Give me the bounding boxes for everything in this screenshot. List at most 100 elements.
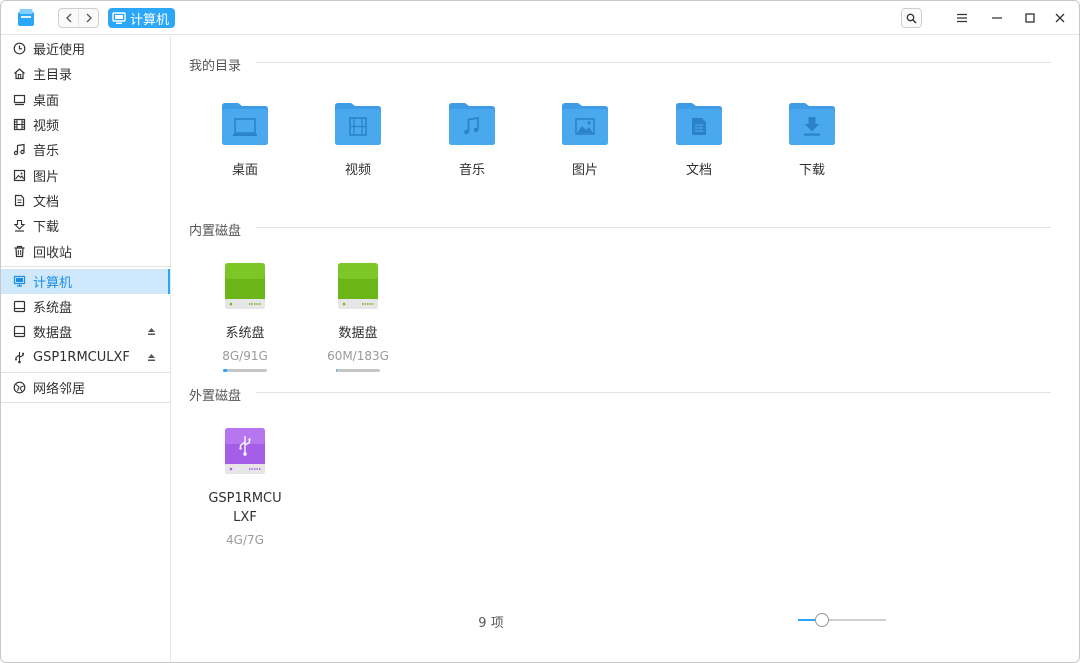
sidebar-item-label: 下载 [33, 220, 60, 236]
section-divider [256, 392, 1051, 393]
chevron-left-icon [65, 13, 72, 23]
sidebar-divider [1, 265, 170, 267]
disk-usage-fill [336, 369, 338, 372]
sidebar-item-system-disk[interactable]: 系统盘 [1, 294, 170, 319]
sidebar-item-label: 音乐 [33, 144, 60, 160]
folder-pictures[interactable]: 图片 [540, 100, 630, 178]
forward-button[interactable] [78, 9, 98, 27]
disk-usage-fill [223, 369, 227, 372]
eject-icon[interactable] [147, 327, 156, 336]
desktop-folder-icon [222, 103, 268, 145]
zoom-slider[interactable] [798, 619, 886, 621]
film-icon [12, 118, 26, 132]
external-disk-icon [225, 428, 265, 474]
section-divider [256, 227, 1051, 228]
clock-icon [12, 42, 26, 56]
folder-documents[interactable]: 文档 [654, 100, 744, 178]
sidebar-divider [1, 371, 170, 373]
sidebar-item-label: 文档 [33, 194, 60, 210]
maximize-button[interactable] [1018, 7, 1042, 29]
sidebar-item-home[interactable]: 主目录 [1, 61, 170, 86]
music-icon [12, 143, 26, 157]
disk-icon [12, 300, 26, 314]
trash-icon [12, 244, 26, 258]
file-manager-window: 计算机 最近使用 主目录 桌面 视频 音乐 图片 文档 下载 回收站 计算机 系… [0, 0, 1080, 663]
internal-disk-icon [225, 263, 265, 309]
maximize-icon [1025, 13, 1035, 23]
sidebar-item-videos[interactable]: 视频 [1, 112, 170, 137]
chevron-right-icon [86, 13, 92, 23]
disk-system[interactable]: 系统盘 8G/91G [195, 261, 295, 372]
folder-label: 图片 [571, 163, 598, 178]
picture-folder-icon [562, 103, 608, 145]
download-folder-icon [789, 103, 835, 145]
folder-downloads[interactable]: 下载 [767, 100, 857, 178]
sidebar-item-recent[interactable]: 最近使用 [1, 36, 170, 61]
folder-label: 音乐 [458, 163, 485, 178]
section-title-my-directories: 我的目录 [189, 59, 242, 74]
sidebar-item-label: 最近使用 [33, 43, 86, 59]
search-button[interactable] [901, 8, 922, 28]
disk-usage-text: 60M/183G [327, 349, 389, 363]
sidebar-item-label: 计算机 [33, 275, 73, 291]
breadcrumb-label: 计算机 [130, 12, 170, 28]
sidebar-item-computer[interactable]: 计算机 [1, 268, 170, 295]
sidebar-item-label: 数据盘 [33, 326, 73, 342]
close-icon [1055, 13, 1065, 23]
sidebar-item-documents[interactable]: 文档 [1, 188, 170, 213]
file-manager-logo-icon [18, 9, 34, 26]
item-count: 9 项 [478, 616, 504, 631]
section-title-internal-disks: 内置磁盘 [189, 224, 242, 239]
disk-usage-text: 8G/91G [222, 349, 268, 363]
sidebar-item-label: 视频 [33, 119, 60, 135]
eject-icon[interactable] [147, 353, 156, 362]
section-divider [256, 62, 1051, 63]
folder-videos[interactable]: 视频 [313, 100, 403, 178]
sidebar-item-label: 系统盘 [33, 301, 73, 317]
zoom-slider-handle[interactable] [814, 613, 829, 627]
folder-desktop[interactable]: 桌面 [200, 100, 290, 178]
close-button[interactable] [1048, 7, 1072, 29]
sidebar-item-trash[interactable]: 回收站 [1, 238, 170, 263]
title-bar: 计算机 [1, 1, 1079, 35]
folder-label: 桌面 [231, 163, 258, 178]
navigation-buttons [58, 8, 99, 28]
folder-label: 下载 [798, 163, 825, 178]
minimize-button[interactable] [985, 7, 1009, 29]
video-folder-icon [335, 103, 381, 145]
sidebar: 最近使用 主目录 桌面 视频 音乐 图片 文档 下载 回收站 计算机 系统盘 数… [1, 36, 171, 662]
document-icon [12, 193, 26, 207]
sidebar-item-label: 回收站 [33, 245, 73, 261]
picture-icon [12, 168, 26, 182]
sidebar-item-label: 图片 [33, 169, 60, 185]
disk-data[interactable]: 数据盘 60M/183G [308, 261, 408, 372]
sidebar-item-usb-drive[interactable]: GSP1RMCULXF [1, 345, 170, 370]
sidebar-item-music[interactable]: 音乐 [1, 137, 170, 162]
search-icon [906, 13, 917, 24]
download-icon [12, 219, 26, 233]
usb-icon [12, 350, 26, 364]
sidebar-item-label: 桌面 [33, 93, 60, 109]
sidebar-item-downloads[interactable]: 下载 [1, 213, 170, 238]
sidebar-item-network[interactable]: 网络邻居 [1, 375, 170, 400]
disk-usage-bar [223, 369, 267, 372]
sidebar-divider [1, 402, 170, 404]
sidebar-item-pictures[interactable]: 图片 [1, 162, 170, 187]
sidebar-item-desktop[interactable]: 桌面 [1, 87, 170, 112]
folder-music[interactable]: 音乐 [427, 100, 517, 178]
computer-icon [12, 274, 26, 288]
disk-usb-drive[interactable]: GSP1RMCULXF 4G/7G [195, 426, 295, 547]
menu-button[interactable] [950, 7, 974, 29]
music-folder-icon [449, 103, 495, 145]
minimize-icon [992, 17, 1002, 19]
disk-usage-bar [336, 369, 380, 372]
back-button[interactable] [59, 9, 78, 27]
computer-icon [112, 11, 126, 24]
main-content: 我的目录 桌面 视频 音乐 图片 文档 下载 内置磁盘 系统盘 8G/91G 数… [172, 36, 1079, 662]
sidebar-item-data-disk[interactable]: 数据盘 [1, 319, 170, 344]
folder-label: 视频 [344, 163, 371, 178]
disk-label: 系统盘 [225, 326, 265, 341]
disk-icon [12, 325, 26, 339]
disk-label: 数据盘 [338, 326, 378, 341]
breadcrumb-computer[interactable]: 计算机 [108, 8, 176, 28]
